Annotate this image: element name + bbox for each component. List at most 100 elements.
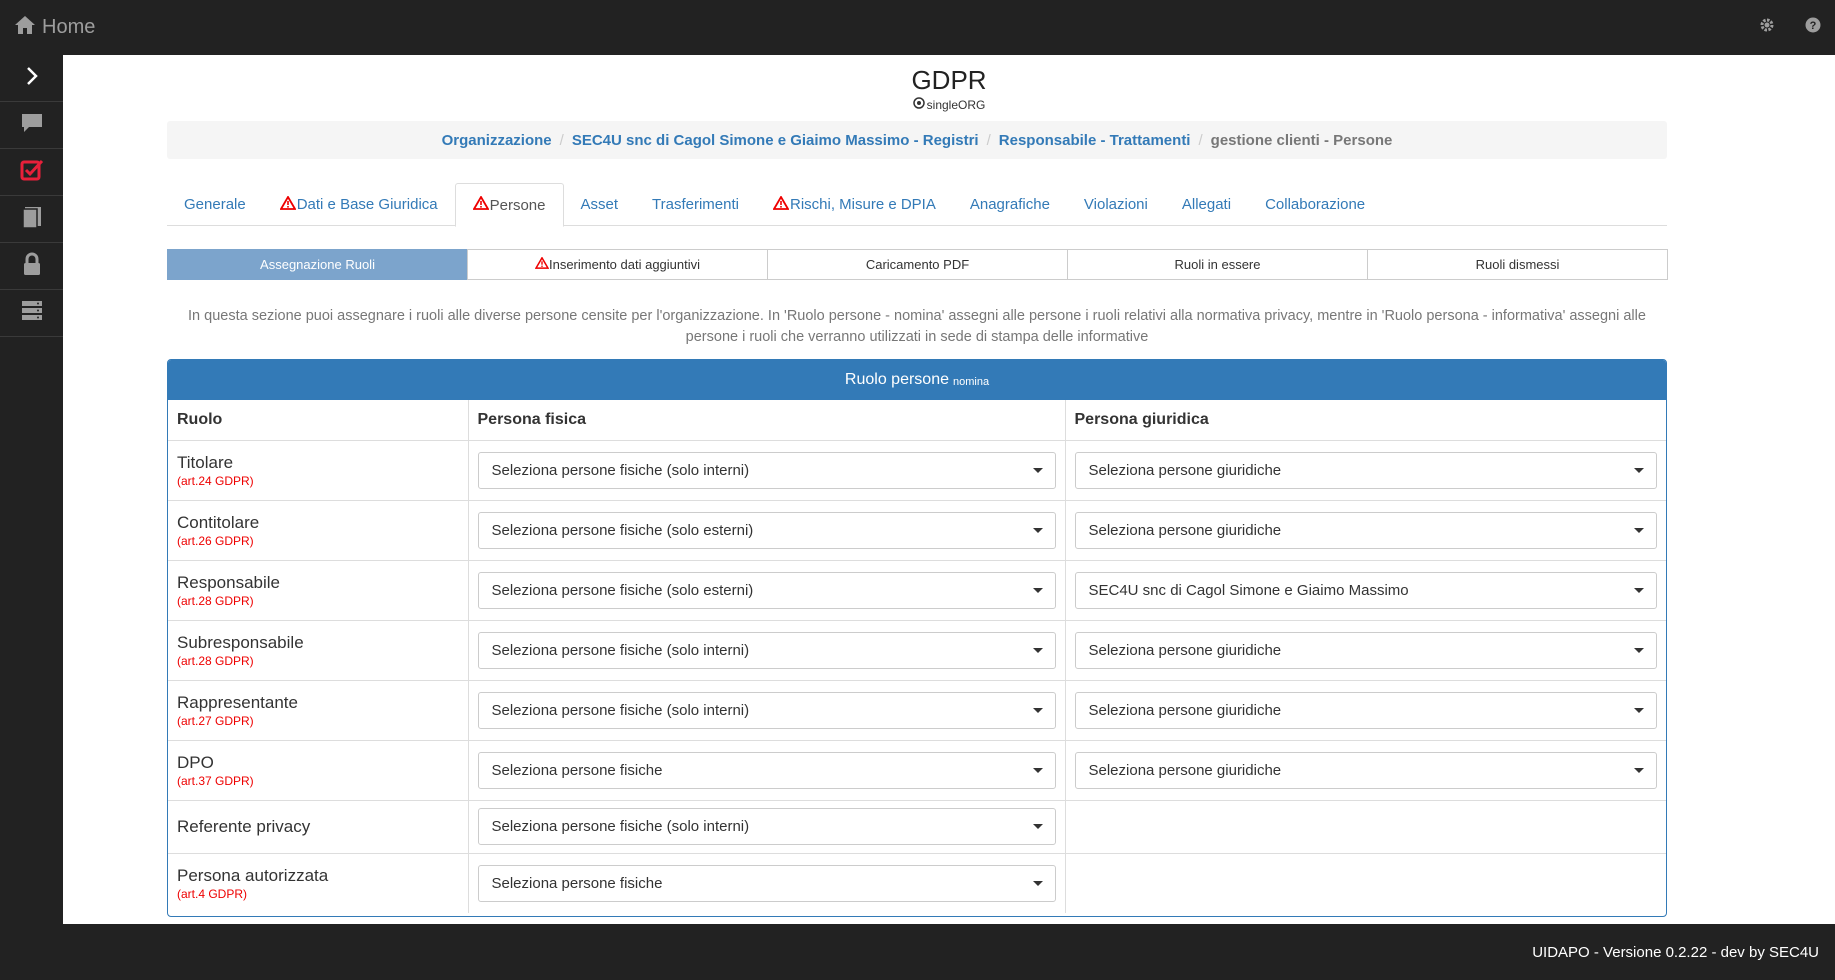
warning-icon [472, 195, 490, 214]
persona-giuridica-select[interactable]: Seleziona persone giuridiche [1074, 511, 1657, 549]
home-link[interactable]: Home [14, 15, 95, 41]
sidebar-item-checklist[interactable] [0, 149, 63, 196]
sidebar-item-server[interactable] [0, 290, 63, 337]
tab-label: Allegati [1181, 196, 1232, 213]
top-navbar: Home ? [0, 0, 1835, 55]
caret-down-icon [1634, 467, 1644, 473]
role-name: Referente privacy [177, 816, 311, 836]
tab-generale[interactable]: Generale [167, 183, 263, 226]
sub-tabs: Assegnazione Ruoli Inserimento dati aggi… [167, 249, 1668, 280]
tab-anagrafiche[interactable]: Anagrafiche [953, 183, 1067, 226]
tab-persone[interactable]: Persone [454, 183, 564, 227]
persona-giuridica-select[interactable]: Seleziona persone giuridiche [1074, 751, 1657, 789]
persona-giuridica-select[interactable]: SEC4U snc di Cagol Simone e Giaimo Massi… [1074, 571, 1657, 609]
caret-down-icon [1032, 767, 1043, 773]
table-row: Rappresentante (art.27 GDPR) Seleziona pe… [168, 679, 1666, 740]
page-title: GDPR [911, 65, 987, 95]
chat-icon [20, 112, 44, 139]
role-name: Persona autorizzata [177, 865, 329, 885]
tab-allegati[interactable]: Allegati [1165, 183, 1248, 226]
roles-panel: Ruolo persone nomina Ruolo Persona fisic… [167, 359, 1667, 917]
subtab-label: Ruoli dismessi [1475, 257, 1560, 272]
select-value: Seleziona persone fisiche [491, 761, 663, 779]
caret-down-icon [1634, 647, 1644, 653]
warning-icon [279, 194, 297, 214]
caret-down-icon [1032, 824, 1043, 829]
persona-fisica-select[interactable]: Seleziona persone fisiche (solo esterni) [477, 511, 1056, 549]
svg-text:?: ? [1810, 20, 1817, 32]
lock-icon [21, 252, 43, 281]
tab-dati-base-giuridica[interactable]: Dati e Base Giuridica [263, 183, 455, 226]
sidebar-item-lock[interactable] [0, 243, 63, 290]
select-value: Seleziona persone fisiche (solo interni) [491, 701, 750, 719]
breadcrumb-separator: / [986, 131, 991, 149]
persona-fisica-select[interactable]: Seleziona persone fisiche [477, 751, 1056, 789]
subtab-ruoli-in-essere[interactable]: Ruoli in essere [1067, 249, 1368, 280]
table-header-row: Ruolo Persona fisica Persona giuridica [168, 400, 1666, 440]
subtab-assegnazione-ruoli[interactable]: Assegnazione Ruoli [167, 249, 468, 280]
column-header: Ruolo [168, 400, 469, 440]
caret-down-icon [1032, 527, 1043, 533]
persona-giuridica-select[interactable]: Seleziona persone giuridiche [1074, 691, 1657, 729]
role-name: Contitolare [177, 512, 260, 532]
persona-fisica-select[interactable]: Seleziona persone fisiche (solo interni) [477, 808, 1056, 845]
breadcrumb-separator: / [559, 131, 564, 149]
radio-dot-icon [912, 97, 925, 112]
caret-down-icon [1634, 527, 1644, 533]
subtab-label: Ruoli in essere [1174, 257, 1261, 272]
tab-violazioni[interactable]: Violazioni [1067, 183, 1165, 226]
persona-fisica-select[interactable]: Seleziona persone fisiche [477, 864, 1056, 902]
caret-down-icon [1032, 647, 1043, 653]
persona-fisica-select[interactable]: Seleziona persone fisiche (solo interni) [477, 631, 1056, 669]
caret-down-icon [1634, 587, 1644, 593]
caret-down-icon [1634, 707, 1644, 713]
table-row: Referente privacy Seleziona persone fisi… [168, 799, 1666, 853]
role-name: Titolare [177, 452, 234, 472]
section-description: In questa sezione puoi assegnare i ruoli… [188, 308, 1646, 345]
tab-asset[interactable]: Asset [564, 183, 636, 226]
role-article: (art.37 GDPR) [177, 773, 254, 788]
tab-trasferimenti[interactable]: Trasferimenti [635, 183, 756, 226]
persona-fisica-select[interactable]: Seleziona persone fisiche (solo interni) [477, 691, 1056, 729]
tab-label: Collaborazione [1265, 196, 1366, 213]
tab-rischi-misure-dpia[interactable]: Rischi, Misure e DPIA [756, 183, 953, 226]
warning-icon [534, 256, 550, 272]
persona-fisica-select[interactable]: Seleziona persone fisiche (solo esterni) [477, 571, 1056, 609]
breadcrumb-current: gestione clienti - Persone [1210, 131, 1393, 149]
subtab-caricamento-pdf[interactable]: Caricamento PDF [767, 249, 1068, 280]
select-value: Seleziona persone fisiche (solo interni) [491, 461, 750, 479]
select-value: Seleziona persone fisiche (solo interni) [491, 818, 750, 835]
breadcrumb-trattamenti[interactable]: Responsabile - Trattamenti [999, 132, 1191, 149]
tab-label: Generale [184, 196, 246, 213]
breadcrumb-registri[interactable]: SEC4U snc di Cagol Simone e Giaimo Massi… [572, 132, 979, 149]
select-value: Seleziona persone giuridiche [1088, 521, 1282, 539]
chevron-right-icon [24, 66, 40, 91]
sidebar-item-chat[interactable] [0, 102, 63, 149]
gear-icon[interactable] [1759, 17, 1775, 38]
help-icon[interactable]: ? [1805, 17, 1821, 38]
select-value: Seleziona persone fisiche (solo esterni) [491, 521, 754, 539]
select-value: SEC4U snc di Cagol Simone e Giaimo Massi… [1088, 581, 1409, 599]
breadcrumb: Organizzazione / SEC4U snc di Cagol Simo… [167, 121, 1667, 159]
breadcrumb-organizzazione[interactable]: Organizzazione [442, 132, 552, 149]
persona-fisica-select[interactable]: Seleziona persone fisiche (solo interni) [477, 451, 1056, 489]
server-icon [20, 300, 44, 327]
sidebar-item-book[interactable] [0, 196, 63, 243]
persona-giuridica-select[interactable]: Seleziona persone giuridiche [1074, 631, 1657, 669]
caret-down-icon [1032, 707, 1043, 713]
persona-giuridica-select[interactable]: Seleziona persone giuridiche [1074, 451, 1657, 489]
sidebar-toggle[interactable] [0, 55, 63, 102]
panel-title: Ruolo persone [844, 371, 949, 388]
checklist-icon [20, 159, 44, 186]
tab-label: Dati e Base Giuridica [296, 196, 438, 213]
panel-heading: Ruolo persone nomina [168, 360, 1666, 400]
warning-icon [772, 194, 790, 214]
role-article: (art.28 GDPR) [177, 653, 254, 668]
subtab-ruoli-dismessi[interactable]: Ruoli dismessi [1367, 249, 1668, 280]
role-article: (art.28 GDPR) [177, 593, 254, 608]
caret-down-icon [1032, 467, 1043, 473]
role-name: DPO [177, 752, 214, 772]
tab-collaborazione[interactable]: Collaborazione [1248, 183, 1382, 226]
subtab-inserimento-dati[interactable]: Inserimento dati aggiuntivi [467, 249, 768, 280]
table-row: Subresponsabile (art.28 GDPR) Seleziona p… [168, 619, 1666, 680]
